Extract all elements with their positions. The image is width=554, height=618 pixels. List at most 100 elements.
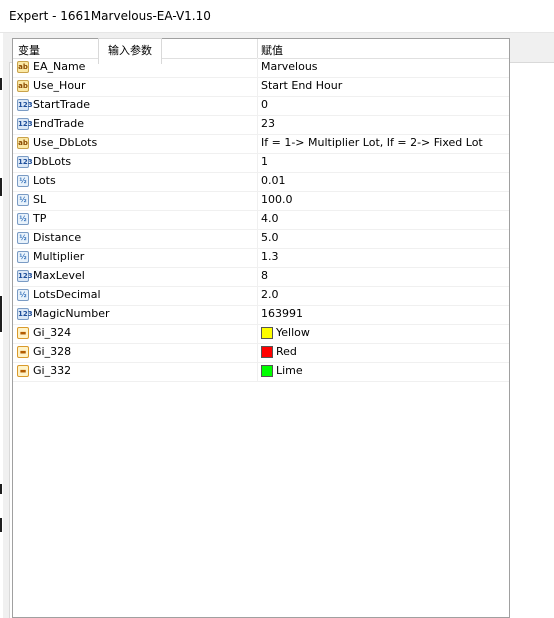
parameter-name: Lots bbox=[33, 174, 56, 187]
window-title: Expert - 1661Marvelous-EA-V1.10 bbox=[9, 9, 211, 23]
parameter-value[interactable]: Marvelous bbox=[261, 60, 318, 73]
cell-divider bbox=[257, 191, 258, 210]
parameter-name: Use_Hour bbox=[33, 79, 86, 92]
parameter-row[interactable]: ▬ Gi_324 Yellow bbox=[13, 324, 509, 344]
parameter-value[interactable]: 2.0 bbox=[261, 288, 279, 301]
parameter-row[interactable]: ½ Multiplier 1.3 bbox=[13, 248, 509, 268]
parameter-name: Distance bbox=[33, 231, 82, 244]
parameter-row[interactable]: 123 EndTrade 23 bbox=[13, 115, 509, 135]
double-type-icon: ½ bbox=[17, 175, 29, 187]
parameter-value[interactable]: Red bbox=[276, 345, 297, 358]
parameter-value[interactable]: 4.0 bbox=[261, 212, 279, 225]
cell-divider bbox=[257, 77, 258, 96]
parameter-row[interactable]: ½ LotsDecimal 2.0 bbox=[13, 286, 509, 306]
double-type-icon: ½ bbox=[17, 213, 29, 225]
edge-mark bbox=[0, 296, 2, 332]
color-swatch[interactable] bbox=[261, 365, 273, 377]
cell-divider bbox=[257, 267, 258, 286]
color-swatch[interactable] bbox=[261, 346, 273, 358]
cell-divider bbox=[257, 115, 258, 134]
double-type-icon: ½ bbox=[17, 251, 29, 263]
edge-mark bbox=[0, 484, 2, 494]
integer-type-icon: 123 bbox=[17, 118, 33, 130]
parameter-row[interactable]: ½ Distance 5.0 bbox=[13, 229, 509, 249]
cell-divider bbox=[257, 210, 258, 229]
color-type-icon: ▬ bbox=[17, 365, 29, 377]
double-type-icon: ½ bbox=[17, 232, 29, 244]
cell-divider bbox=[257, 248, 258, 267]
parameter-value[interactable]: 1 bbox=[261, 155, 268, 168]
integer-type-icon: 123 bbox=[17, 156, 33, 168]
parameter-name: Use_DbLots bbox=[33, 136, 98, 149]
integer-type-icon: 123 bbox=[17, 99, 33, 111]
integer-type-icon: 123 bbox=[17, 308, 33, 320]
cell-divider bbox=[257, 286, 258, 305]
cell-divider bbox=[257, 305, 258, 324]
parameter-value[interactable]: 1.3 bbox=[261, 250, 279, 263]
parameter-row[interactable]: ½ SL 100.0 bbox=[13, 191, 509, 211]
parameter-value[interactable]: 0.01 bbox=[261, 174, 286, 187]
cell-divider bbox=[257, 229, 258, 248]
color-type-icon: ▬ bbox=[17, 327, 29, 339]
edge-mark bbox=[0, 178, 2, 196]
parameter-value[interactable]: Yellow bbox=[276, 326, 310, 339]
cell-divider bbox=[257, 172, 258, 191]
parameter-row[interactable]: ab EA_Name Marvelous bbox=[13, 58, 509, 78]
parameter-value[interactable]: Start End Hour bbox=[261, 79, 342, 92]
parameter-name: StartTrade bbox=[33, 98, 90, 111]
string-type-icon: ab bbox=[17, 80, 29, 92]
parameter-row[interactable]: 123 StartTrade 0 bbox=[13, 96, 509, 116]
cell-divider bbox=[257, 324, 258, 343]
tab-inputs[interactable]: 输入参数 bbox=[98, 38, 162, 64]
parameter-name: TP bbox=[33, 212, 47, 225]
string-type-icon: ab bbox=[17, 61, 29, 73]
integer-type-icon: 123 bbox=[17, 270, 33, 282]
parameter-name: Gi_328 bbox=[33, 345, 72, 358]
parameter-row[interactable]: ▬ Gi_332 Lime bbox=[13, 362, 509, 382]
parameter-row[interactable]: ▬ Gi_328 Red bbox=[13, 343, 509, 363]
parameter-value[interactable]: If = 1-> Multiplier Lot, If = 2-> Fixed … bbox=[261, 136, 483, 149]
parameter-value[interactable]: 8 bbox=[261, 269, 268, 282]
cell-divider bbox=[257, 58, 258, 77]
edge-mark bbox=[0, 78, 2, 90]
parameter-value[interactable]: Lime bbox=[276, 364, 303, 377]
parameter-name: LotsDecimal bbox=[33, 288, 101, 301]
parameter-name: MaxLevel bbox=[33, 269, 85, 282]
parameter-row[interactable]: ½ Lots 0.01 bbox=[13, 172, 509, 192]
cell-divider bbox=[257, 96, 258, 115]
cell-divider bbox=[257, 134, 258, 153]
parameter-row[interactable]: 123 DbLots 1 bbox=[13, 153, 509, 173]
cell-divider bbox=[257, 153, 258, 172]
parameter-name: EA_Name bbox=[33, 60, 86, 73]
parameter-name: SL bbox=[33, 193, 47, 206]
parameter-row[interactable]: ½ TP 4.0 bbox=[13, 210, 509, 230]
cell-divider bbox=[257, 362, 258, 381]
color-swatch[interactable] bbox=[261, 327, 273, 339]
parameter-row[interactable]: ab Use_Hour Start End Hour bbox=[13, 77, 509, 97]
parameter-name: Gi_332 bbox=[33, 364, 72, 377]
parameter-value[interactable]: 100.0 bbox=[261, 193, 293, 206]
grid-header: 变量 赋值 bbox=[13, 39, 509, 59]
parameter-name: EndTrade bbox=[33, 117, 85, 130]
double-type-icon: ½ bbox=[17, 289, 29, 301]
parameter-name: DbLots bbox=[33, 155, 72, 168]
edge-mark bbox=[0, 518, 2, 532]
parameter-value[interactable]: 0 bbox=[261, 98, 268, 111]
title-bar: Expert - 1661Marvelous-EA-V1.10 bbox=[0, 0, 554, 33]
parameter-name: Multiplier bbox=[33, 250, 85, 263]
column-header-value[interactable]: 赋值 bbox=[261, 42, 283, 58]
parameter-value[interactable]: 163991 bbox=[261, 307, 303, 320]
parameter-value[interactable]: 23 bbox=[261, 117, 275, 130]
column-divider[interactable] bbox=[257, 39, 258, 58]
parameters-grid: 变量 赋值 ab EA_Name Marvelous ab Use_Hour Start … bbox=[12, 38, 510, 618]
column-header-variable[interactable]: 变量 bbox=[18, 42, 40, 58]
cell-divider bbox=[257, 343, 258, 362]
string-type-icon: ab bbox=[17, 137, 29, 149]
parameter-row[interactable]: 123 MaxLevel 8 bbox=[13, 267, 509, 287]
parameter-row[interactable]: 123 MagicNumber 163991 bbox=[13, 305, 509, 325]
double-type-icon: ½ bbox=[17, 194, 29, 206]
parameter-row[interactable]: ab Use_DbLots If = 1-> Multiplier Lot, If … bbox=[13, 134, 509, 154]
parameter-name: MagicNumber bbox=[33, 307, 110, 320]
color-type-icon: ▬ bbox=[17, 346, 29, 358]
parameter-value[interactable]: 5.0 bbox=[261, 231, 279, 244]
